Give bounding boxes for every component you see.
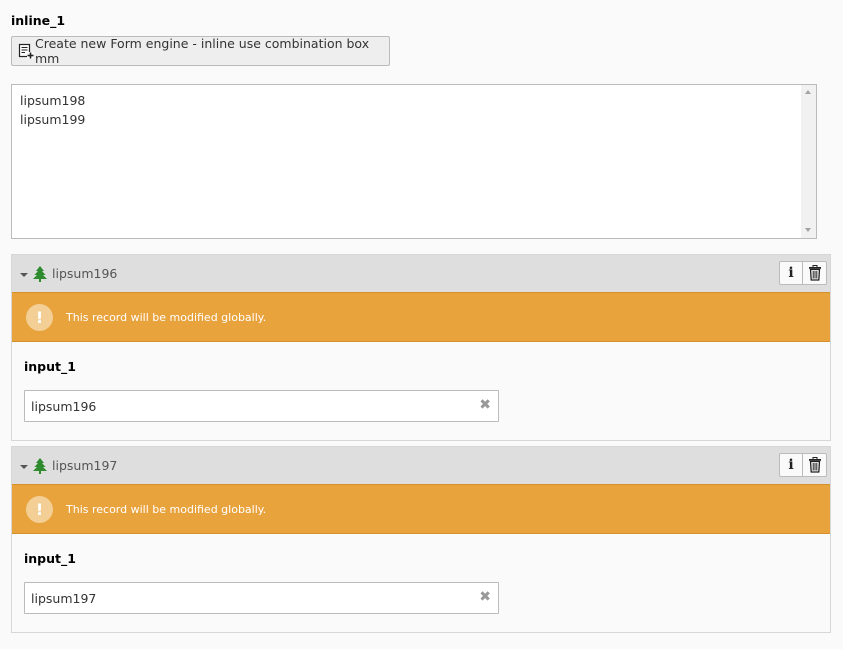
trash-icon bbox=[808, 265, 821, 281]
input-label: input_1 bbox=[24, 551, 76, 566]
select-option[interactable]: lipsum199 bbox=[20, 112, 85, 127]
record-body: input_1 lipsum196 ✖ bbox=[12, 342, 830, 440]
input-1-field[interactable]: lipsum197 ✖ bbox=[24, 582, 499, 614]
delete-button[interactable] bbox=[803, 453, 827, 477]
record-body: input_1 lipsum197 ✖ bbox=[12, 534, 830, 632]
warning-banner: ! This record will be modified globally. bbox=[12, 292, 830, 342]
input-1-field[interactable]: lipsum196 ✖ bbox=[24, 390, 499, 422]
inline-record: lipsum196 i ! This record will be modifi… bbox=[11, 254, 831, 441]
warning-banner: ! This record will be modified globally. bbox=[12, 484, 830, 534]
field-label: inline_1 bbox=[11, 13, 66, 28]
select-option[interactable]: lipsum198 bbox=[20, 93, 85, 108]
input-value: lipsum197 bbox=[31, 590, 97, 606]
record-header[interactable]: lipsum196 i bbox=[12, 255, 830, 292]
warning-text: This record will be modified globally. bbox=[66, 310, 267, 324]
warning-text: This record will be modified globally. bbox=[66, 502, 267, 516]
scroll-up-icon[interactable] bbox=[805, 90, 811, 94]
exclamation-icon: ! bbox=[26, 495, 53, 523]
delete-button[interactable] bbox=[803, 261, 827, 285]
record-header[interactable]: lipsum197 i bbox=[12, 447, 830, 484]
info-button[interactable]: i bbox=[779, 261, 803, 285]
info-icon: i bbox=[788, 457, 794, 473]
input-label: input_1 bbox=[24, 359, 76, 374]
info-icon: i bbox=[788, 265, 794, 281]
chevron-down-icon[interactable] bbox=[20, 272, 28, 277]
inline-record: lipsum197 i ! This record will be modifi… bbox=[11, 446, 831, 633]
chevron-down-icon[interactable] bbox=[20, 464, 28, 469]
input-value: lipsum196 bbox=[31, 398, 97, 414]
exclamation-icon: ! bbox=[26, 303, 53, 331]
create-button-label: Create new Form engine - inline use comb… bbox=[35, 36, 370, 66]
info-button[interactable]: i bbox=[779, 453, 803, 477]
scroll-down-icon[interactable] bbox=[805, 228, 811, 232]
record-title[interactable]: lipsum197 bbox=[52, 458, 117, 473]
related-records-select[interactable]: lipsum198 lipsum199 bbox=[11, 84, 817, 239]
create-new-record-button[interactable]: Create new Form engine - inline use comb… bbox=[11, 36, 390, 66]
record-title[interactable]: lipsum196 bbox=[52, 266, 117, 281]
trash-icon bbox=[808, 457, 821, 473]
clear-icon[interactable]: ✖ bbox=[479, 589, 491, 605]
tree-icon bbox=[33, 457, 47, 474]
tree-icon bbox=[33, 265, 47, 282]
clear-icon[interactable]: ✖ bbox=[479, 397, 491, 413]
new-record-icon bbox=[18, 43, 34, 59]
scrollbar[interactable] bbox=[801, 85, 816, 238]
